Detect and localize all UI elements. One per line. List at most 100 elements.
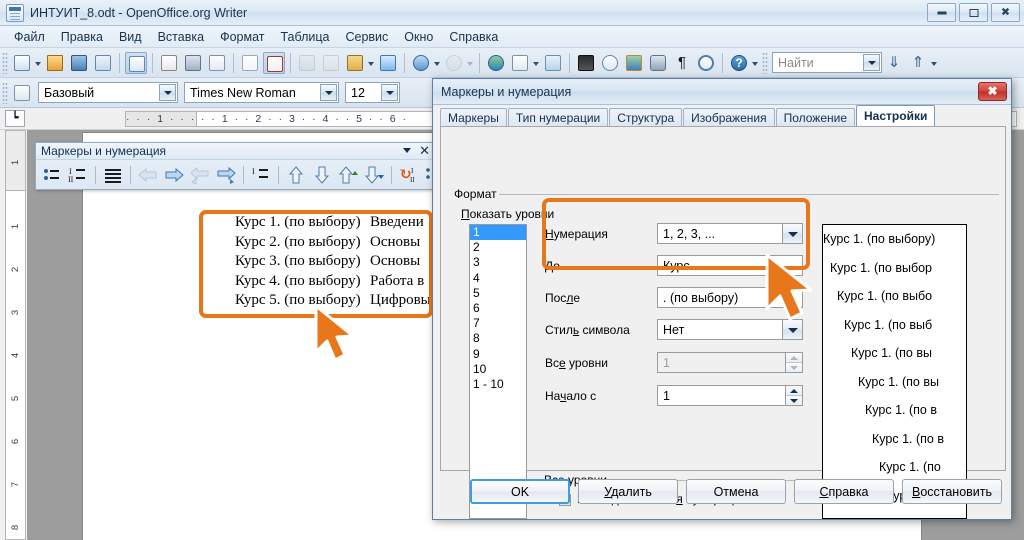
search-history-dropdown-icon[interactable] xyxy=(863,54,880,71)
undo-dropdown-icon[interactable] xyxy=(433,52,442,74)
start-at-spinner[interactable]: 1 xyxy=(657,385,803,406)
levels-listbox[interactable]: 1 2 3 4 5 6 7 8 9 10 1 - 10 xyxy=(469,224,527,519)
font-size-dropdown-icon[interactable] xyxy=(381,84,398,101)
level-item-1-10[interactable]: 1 - 10 xyxy=(470,377,526,392)
spinner-up-icon[interactable] xyxy=(786,386,802,395)
table-icon[interactable] xyxy=(509,52,531,74)
bullets-on-off-icon[interactable] xyxy=(40,163,64,187)
menu-tools[interactable]: Сервис xyxy=(337,28,396,46)
after-input[interactable]: . (по выбору) xyxy=(657,287,803,308)
find-next-icon[interactable]: ⇓ xyxy=(883,52,905,74)
menu-file[interactable]: Файл xyxy=(6,28,53,46)
search-toolbar-grip[interactable] xyxy=(762,51,768,74)
bullets-numbering-floating-toolbar[interactable]: Маркеры и нумерация ✕ I II I ↻ I II xyxy=(35,142,446,190)
spellcheck-icon[interactable] xyxy=(239,52,261,74)
formatting-marks-icon[interactable]: ¶ xyxy=(671,52,693,74)
help-icon[interactable]: ? xyxy=(728,52,750,74)
tab-struktura[interactable]: Структура xyxy=(609,108,683,127)
menu-window[interactable]: Окно xyxy=(396,28,441,46)
demote-with-subpoints-icon[interactable] xyxy=(214,163,238,187)
menu-view[interactable]: Вид xyxy=(111,28,150,46)
find-replace-icon[interactable] xyxy=(575,52,597,74)
move-up-with-subpoints-icon[interactable] xyxy=(336,163,360,187)
draw-functions-icon[interactable] xyxy=(542,52,564,74)
level-item-7[interactable]: 7 xyxy=(470,316,526,331)
new-document-dropdown-icon[interactable] xyxy=(34,52,43,74)
menu-edit[interactable]: Правка xyxy=(53,28,111,46)
before-input[interactable]: Курс xyxy=(657,255,803,276)
paragraph-style-dropdown-icon[interactable] xyxy=(159,84,176,101)
menu-insert[interactable]: Вставка xyxy=(150,28,212,46)
level-item-3[interactable]: 3 xyxy=(470,255,526,270)
zoom-icon[interactable] xyxy=(695,52,717,74)
save-icon[interactable] xyxy=(68,52,90,74)
level-item-9[interactable]: 9 xyxy=(470,347,526,362)
spinner-down-icon[interactable] xyxy=(786,395,802,405)
bullets-numbering-dialog[interactable]: Маркеры и нумерация ✖ Маркеры Тип нумера… xyxy=(432,78,1012,520)
insert-image-icon[interactable] xyxy=(623,52,645,74)
ok-button[interactable]: OK xyxy=(470,479,570,504)
table-dropdown-icon[interactable] xyxy=(532,52,541,74)
cancel-button[interactable]: Отмена xyxy=(686,479,786,504)
move-down-icon[interactable] xyxy=(310,163,334,187)
toolbar-overflow-icon[interactable] xyxy=(751,52,760,74)
chevron-down-icon[interactable] xyxy=(403,148,412,153)
insert-unnumbered-entry-icon[interactable]: I xyxy=(249,163,273,187)
numbering-dropdown-icon[interactable] xyxy=(782,224,802,243)
no-list-icon[interactable] xyxy=(101,163,125,187)
delete-button[interactable]: Удалить xyxy=(578,479,678,504)
minimize-button[interactable] xyxy=(927,3,956,22)
tab-tip-numeracii[interactable]: Тип нумерации xyxy=(507,108,609,127)
restore-button[interactable] xyxy=(959,3,988,22)
formatting-toolbar-grip[interactable] xyxy=(2,81,8,104)
numbering-on-off-icon[interactable]: I II xyxy=(66,163,90,187)
promote-icon[interactable] xyxy=(136,163,160,187)
level-item-5[interactable]: 5 xyxy=(470,286,526,301)
find-previous-icon[interactable]: ⇑ xyxy=(907,52,929,74)
numbering-dropdown[interactable]: 1, 2, 3, ... xyxy=(657,223,803,244)
tab-stop-icon[interactable]: ┕ xyxy=(5,110,25,127)
tab-nastroyki[interactable]: Настройки xyxy=(856,105,936,127)
level-item-10[interactable]: 10 xyxy=(470,362,526,377)
font-size-combo[interactable]: 12 xyxy=(345,82,400,103)
close-icon[interactable]: ✖ xyxy=(978,82,1007,101)
clone-formatting-icon[interactable] xyxy=(377,52,399,74)
search-input[interactable]: Найти xyxy=(772,52,882,73)
paste-icon[interactable] xyxy=(344,52,366,74)
tab-polozhenie[interactable]: Положение xyxy=(775,108,856,127)
hyperlink-icon[interactable] xyxy=(485,52,507,74)
search-overflow-icon[interactable] xyxy=(930,52,939,74)
tab-markery[interactable]: Маркеры xyxy=(440,108,507,127)
autospellcheck-icon[interactable] xyxy=(263,51,285,74)
close-button[interactable]: ✖ xyxy=(991,3,1020,22)
promote-with-subpoints-icon[interactable] xyxy=(188,163,212,187)
tab-izobrazheniya[interactable]: Изображения xyxy=(683,108,775,127)
apply-style-icon[interactable] xyxy=(11,82,33,104)
move-down-with-subpoints-icon[interactable] xyxy=(362,163,386,187)
print-preview-icon[interactable] xyxy=(206,52,228,74)
paragraph-style-combo[interactable]: Базовый xyxy=(38,82,178,103)
data-sources-icon[interactable] xyxy=(647,52,669,74)
email-icon[interactable] xyxy=(92,52,114,74)
reset-button[interactable]: Восстановить xyxy=(902,479,1002,504)
navigator-icon[interactable] xyxy=(599,52,621,74)
font-name-combo[interactable]: Times New Roman xyxy=(184,82,339,103)
level-item-6[interactable]: 6 xyxy=(470,301,526,316)
menu-format[interactable]: Формат xyxy=(212,28,272,46)
toolbar-grip[interactable] xyxy=(2,51,8,74)
new-document-icon[interactable] xyxy=(11,52,33,74)
level-item-2[interactable]: 2 xyxy=(470,240,526,255)
level-item-4[interactable]: 4 xyxy=(470,271,526,286)
restart-numbering-icon[interactable]: ↻ I II xyxy=(397,163,421,187)
menu-help[interactable]: Справка xyxy=(441,28,506,46)
start-at-spinner-buttons[interactable] xyxy=(785,386,802,405)
demote-icon[interactable] xyxy=(162,163,186,187)
print-icon[interactable] xyxy=(182,52,204,74)
undo-icon[interactable] xyxy=(410,52,432,74)
font-name-dropdown-icon[interactable] xyxy=(320,84,337,101)
character-style-dropdown-icon[interactable] xyxy=(782,320,802,339)
paste-dropdown-icon[interactable] xyxy=(367,52,376,74)
character-style-dropdown[interactable]: Нет xyxy=(657,319,803,340)
menu-table[interactable]: Таблица xyxy=(272,28,337,46)
help-button[interactable]: Справка xyxy=(794,479,894,504)
